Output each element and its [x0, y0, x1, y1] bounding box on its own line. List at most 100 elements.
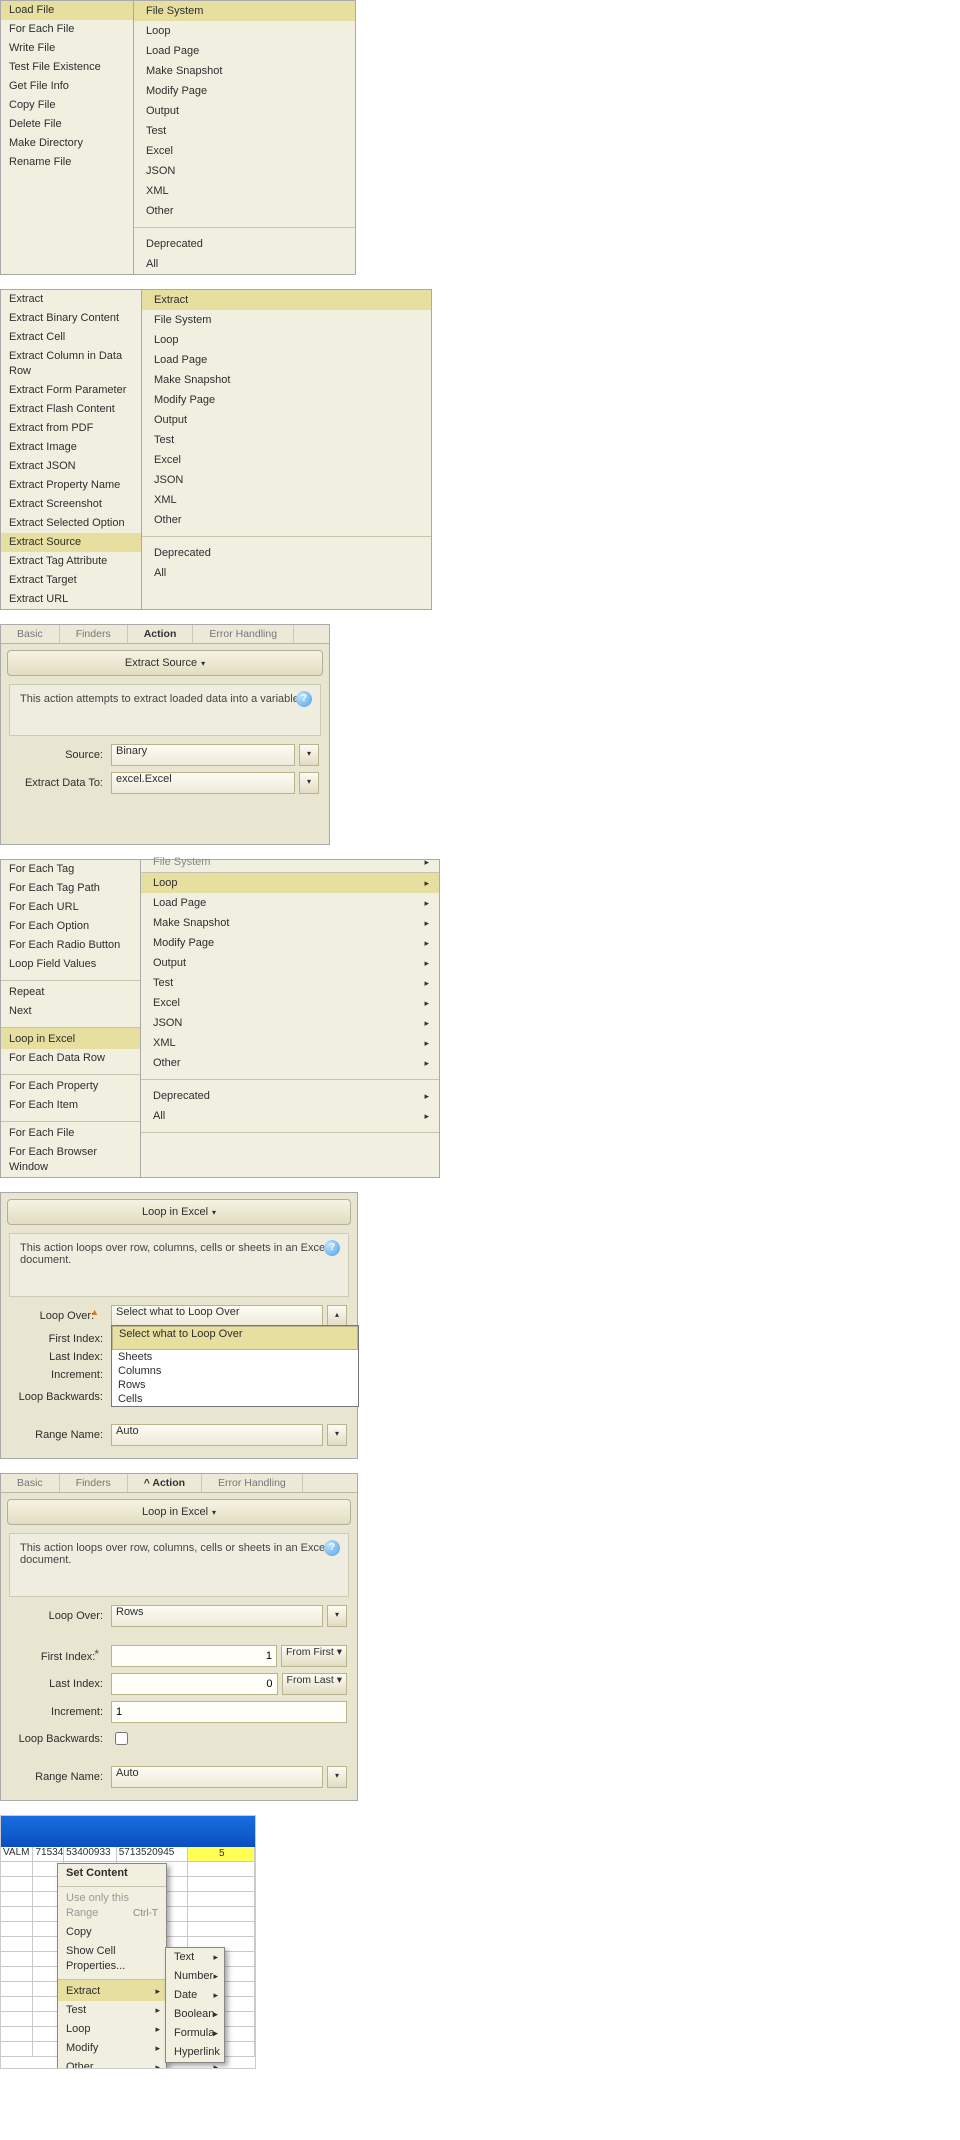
dropdown-icon[interactable]: ▾ [327, 1605, 347, 1627]
action-selector[interactable]: Loop in Excel▾ [7, 1199, 351, 1225]
menu-item[interactable]: For Each Item [1, 1096, 140, 1115]
menu-item[interactable]: Extract Cell [1, 328, 141, 347]
select-loop-over[interactable]: Select what to Loop Over [111, 1305, 323, 1327]
category-item[interactable]: Test [142, 430, 431, 450]
menu-item[interactable]: Loop Field Values [1, 955, 140, 974]
category-extract[interactable]: Extract [142, 290, 431, 310]
dropdown-option[interactable]: Rows [112, 1378, 358, 1392]
category-item[interactable]: Make Snapshot [142, 370, 431, 390]
cell[interactable]: 5713520945 [117, 1847, 188, 1861]
cell[interactable]: 5 [219, 1848, 225, 1859]
category-all[interactable]: All [142, 563, 431, 583]
tab-basic[interactable]: Basic [1, 625, 60, 643]
select-range-name[interactable]: Auto [111, 1424, 323, 1446]
menu-item[interactable]: Extract URL [1, 590, 141, 609]
menu-item[interactable]: Extract Flash Content [1, 400, 141, 419]
menu-item[interactable]: Extract Binary Content [1, 309, 141, 328]
dropdown-icon[interactable]: ▴ [327, 1305, 347, 1327]
tab-finders[interactable]: Finders [60, 1474, 128, 1492]
category-item[interactable]: Loop [134, 21, 355, 41]
menu-item[interactable]: Test File Existence [1, 58, 133, 77]
menu-item[interactable]: Extract Image [1, 438, 141, 457]
dropdown-option[interactable]: Sheets [112, 1350, 358, 1364]
table-row[interactable]: VALM 7153473 53400933 5713520945 [1, 1847, 255, 1862]
dropdown-icon[interactable]: ▾ [299, 772, 319, 794]
category-item[interactable]: JSON [134, 161, 355, 181]
ctx-show-cell-properties[interactable]: Show Cell Properties... [58, 1942, 166, 1976]
category-item[interactable]: JSON [142, 470, 431, 490]
category-item[interactable]: Other [142, 510, 431, 530]
select-source[interactable]: Binary [111, 744, 295, 766]
menu-item[interactable]: For Each Tag Path [1, 879, 140, 898]
category-item[interactable]: Other [134, 201, 355, 221]
tab-action[interactable]: ^ Action [128, 1474, 202, 1492]
menu-item[interactable]: Rename File [1, 153, 133, 172]
select-range-name[interactable]: Auto [111, 1766, 323, 1788]
category-item[interactable]: XML [142, 490, 431, 510]
menu-item[interactable]: Delete File [1, 115, 133, 134]
category-item[interactable]: Modify Page [141, 933, 439, 953]
menu-item[interactable]: For Each URL [1, 898, 140, 917]
sub-text[interactable]: Text▸ [166, 1948, 224, 1967]
input-increment[interactable] [111, 1701, 347, 1723]
dropdown-option[interactable]: Cells [112, 1392, 358, 1406]
category-item[interactable]: Load Page [141, 893, 439, 913]
menu-item[interactable]: Extract JSON [1, 457, 141, 476]
category-item[interactable]: File System [142, 310, 431, 330]
select-last-from[interactable]: From Last ▾ [282, 1673, 347, 1695]
category-item[interactable]: Excel [141, 993, 439, 1013]
menu-item[interactable]: Make Directory [1, 134, 133, 153]
category-item[interactable]: Output [134, 101, 355, 121]
menu-item[interactable]: Next [1, 1002, 140, 1021]
category-item[interactable]: Excel [134, 141, 355, 161]
dropdown-icon[interactable]: ▾ [327, 1766, 347, 1788]
ctx-test[interactable]: Test▸ [58, 2001, 166, 2020]
category-item[interactable]: Excel [142, 450, 431, 470]
category-item[interactable]: Load Page [134, 41, 355, 61]
category-item[interactable]: Output [141, 953, 439, 973]
category-deprecated[interactable]: Deprecated [141, 1086, 439, 1106]
category-item[interactable]: Loop [142, 330, 431, 350]
input-last-index[interactable] [111, 1673, 278, 1695]
sub-number[interactable]: Number▸ [166, 1967, 224, 1986]
menu-item[interactable]: Get File Info [1, 77, 133, 96]
input-first-index[interactable] [111, 1645, 277, 1667]
menu-item[interactable]: Extract [1, 290, 141, 309]
select-first-from[interactable]: From First ▾ [281, 1645, 347, 1667]
menu-item[interactable]: For Each File [1, 20, 133, 39]
help-icon[interactable]: ? [324, 1240, 340, 1256]
action-selector[interactable]: Extract Source▾ [7, 650, 323, 676]
tab-action[interactable]: Action [128, 625, 194, 643]
category-item[interactable]: XML [134, 181, 355, 201]
category-item[interactable]: Load Page [142, 350, 431, 370]
cell[interactable]: 53400933 [64, 1847, 117, 1861]
menu-item[interactable]: Extract Column in Data Row [1, 347, 141, 381]
menu-item[interactable]: Repeat [1, 980, 140, 1002]
dropdown-icon[interactable]: ▾ [299, 744, 319, 766]
menu-item[interactable]: For Each Tag [1, 860, 140, 879]
category-deprecated[interactable]: Deprecated [134, 234, 355, 254]
menu-item[interactable]: Extract Selected Option [1, 514, 141, 533]
sub-formula[interactable]: Formula▸ [166, 2024, 224, 2043]
ctx-other[interactable]: Other▸ [58, 2058, 166, 2069]
category-item[interactable]: JSON [141, 1013, 439, 1033]
tab-error-handling[interactable]: Error Handling [202, 1474, 303, 1492]
category-item[interactable]: Test [141, 973, 439, 993]
category-item[interactable]: XML [141, 1033, 439, 1053]
ctx-modify[interactable]: Modify▸ [58, 2039, 166, 2058]
sub-hyperlink[interactable]: Hyperlink▸ [166, 2043, 224, 2062]
ctx-extract[interactable]: Extract▸ [58, 1979, 166, 2001]
action-selector[interactable]: Loop in Excel▾ [7, 1499, 351, 1525]
category-item[interactable]: Modify Page [134, 81, 355, 101]
dropdown-icon[interactable]: ▾ [327, 1424, 347, 1446]
menu-item-load-file[interactable]: Load File [1, 1, 133, 20]
ctx-copy[interactable]: Copy [58, 1923, 166, 1942]
tab-error-handling[interactable]: Error Handling [193, 625, 294, 643]
checkbox-loop-backwards[interactable] [115, 1732, 128, 1745]
menu-item[interactable]: For Each File [1, 1121, 140, 1143]
dropdown-option[interactable]: Columns [112, 1364, 358, 1378]
category-all[interactable]: All [141, 1106, 439, 1126]
menu-item[interactable]: For Each Data Row [1, 1049, 140, 1068]
menu-item[interactable]: Extract Target [1, 571, 141, 590]
menu-item[interactable]: For Each Option [1, 917, 140, 936]
